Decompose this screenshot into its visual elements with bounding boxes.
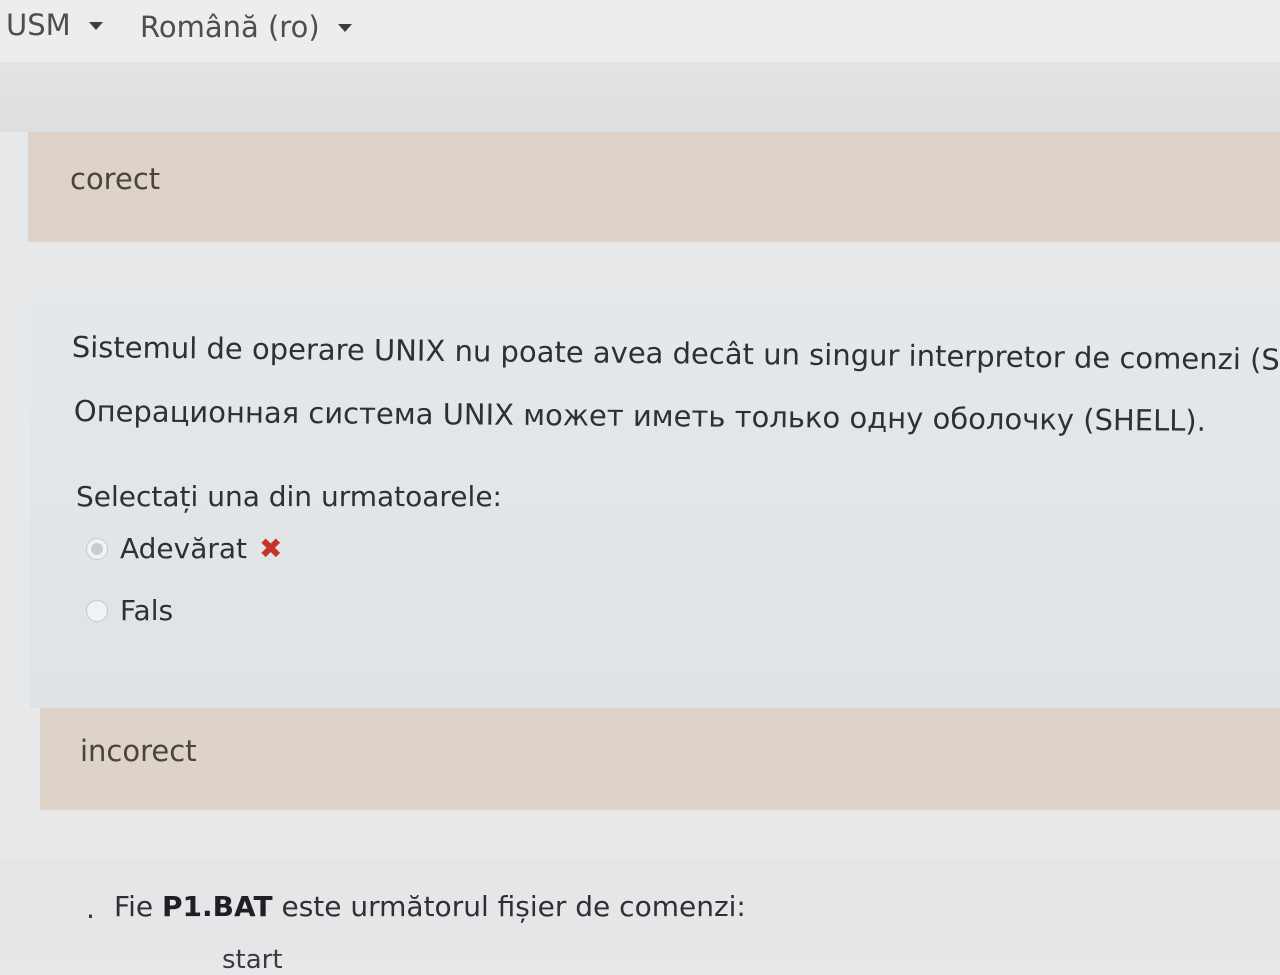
code-fragment: start <box>222 945 283 975</box>
language-menu-label: Română (ro) <box>140 10 320 44</box>
next-question-text: Fie P1.BAT este următorul fișier de come… <box>114 890 746 923</box>
chevron-down-icon <box>337 24 352 32</box>
wrong-icon: ✖ <box>259 532 283 565</box>
radio-fals[interactable] <box>86 599 108 622</box>
answer-prompt: Selectați una din urmatoarele: <box>76 480 502 513</box>
next-question-filename: P1.BAT <box>161 890 273 923</box>
language-menu[interactable]: Română (ro) <box>140 10 352 44</box>
option-label: Fals <box>120 594 174 627</box>
next-question-suffix: este următorul fișier de comenzi: <box>272 890 746 923</box>
previous-feedback-box: corect <box>28 132 1280 242</box>
header-band <box>0 62 1280 132</box>
radio-adevarat[interactable] <box>86 537 108 560</box>
option-adevarat[interactable]: Adevărat ✖ <box>86 532 283 565</box>
top-navbar: USM Română (ro) <box>0 0 1280 62</box>
list-bullet: . <box>86 892 95 925</box>
option-fals[interactable]: Fals <box>86 594 173 627</box>
site-menu-label: USM <box>6 8 71 42</box>
question-feedback-text: incorect <box>80 734 197 768</box>
next-question-prefix: Fie <box>114 890 162 923</box>
question-feedback-box: incorect <box>40 708 1280 810</box>
previous-feedback-text: corect <box>70 162 161 196</box>
site-menu[interactable]: USM <box>6 8 103 42</box>
chevron-down-icon <box>88 22 103 30</box>
option-label: Adevărat <box>120 532 248 565</box>
